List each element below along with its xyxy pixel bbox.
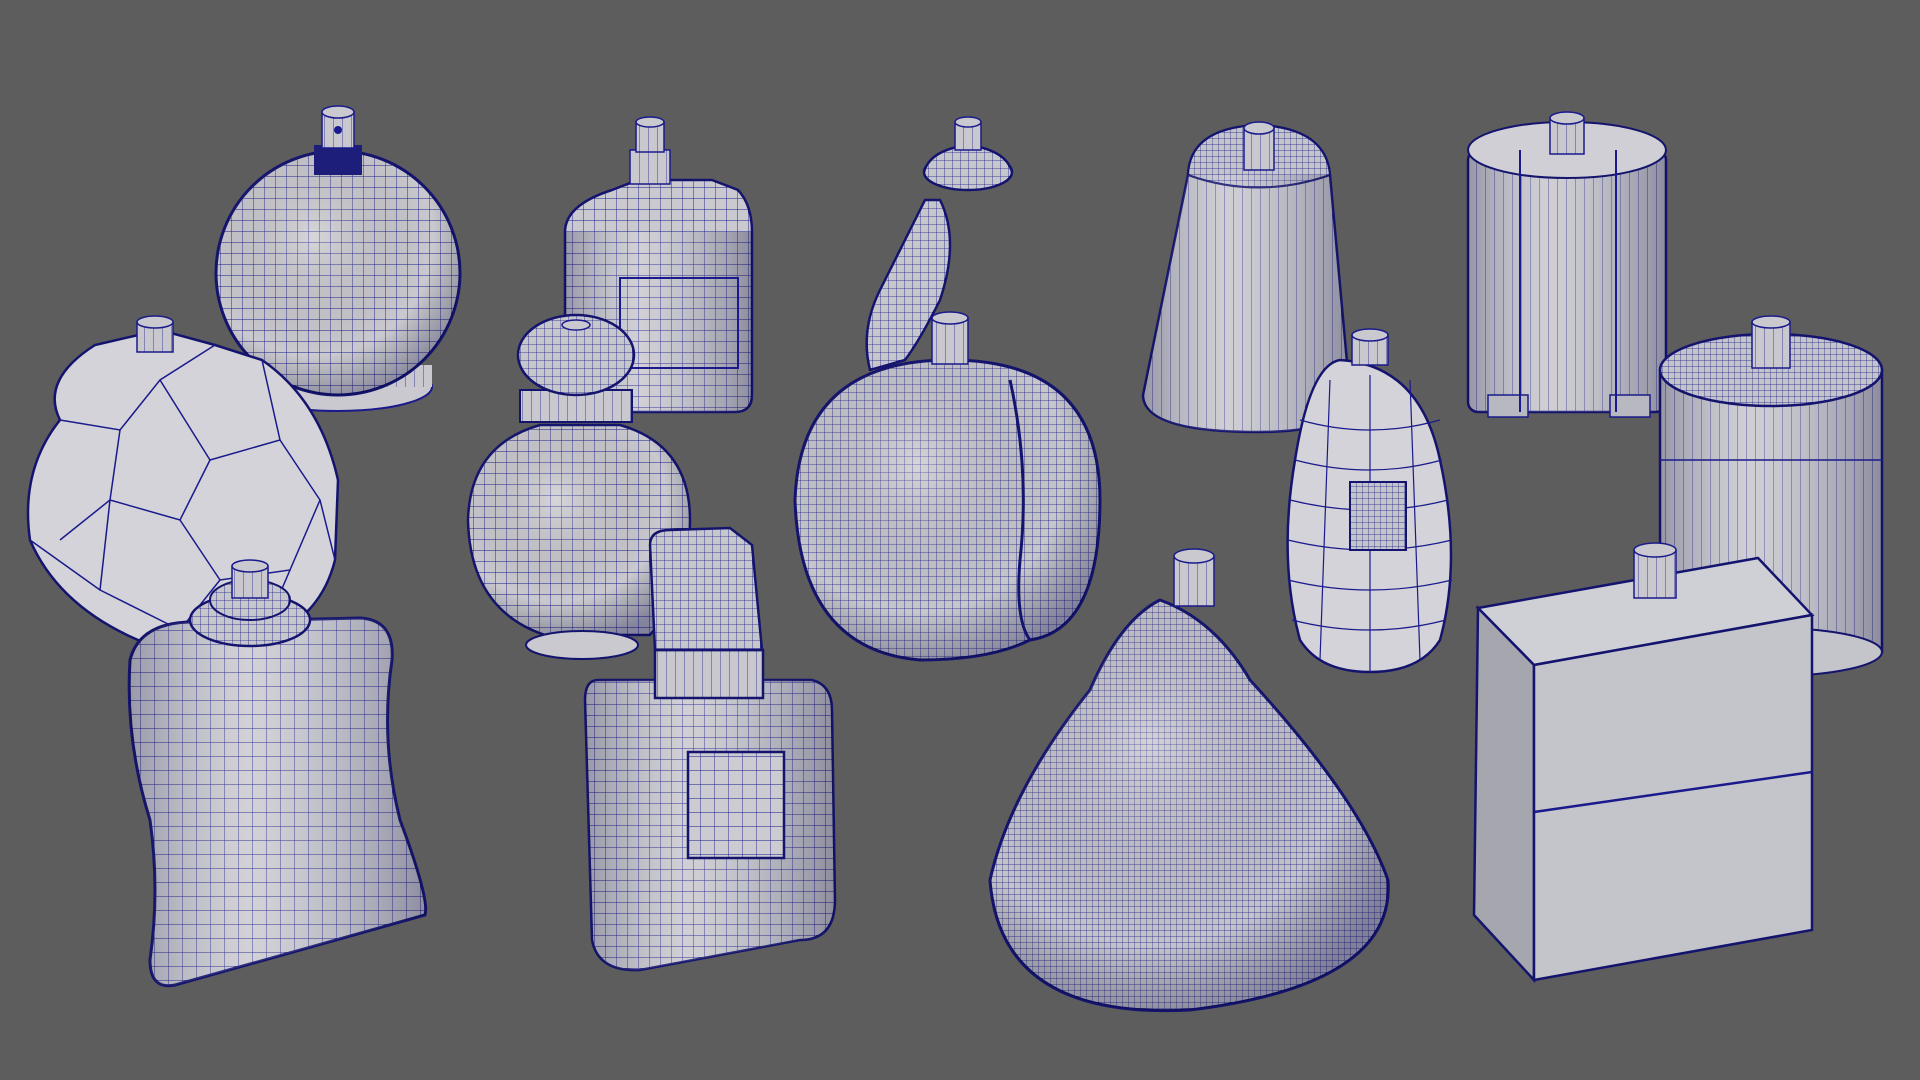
ribbed-cylinder-bottle [1466, 111, 1668, 418]
3d-viewport[interactable] [0, 0, 1920, 1080]
wireframe-scene [26, 105, 1884, 1013]
rectangular-box-bottle [1472, 542, 1815, 984]
apple-bottle [793, 311, 1102, 662]
curvy-square-bottle [127, 559, 428, 988]
